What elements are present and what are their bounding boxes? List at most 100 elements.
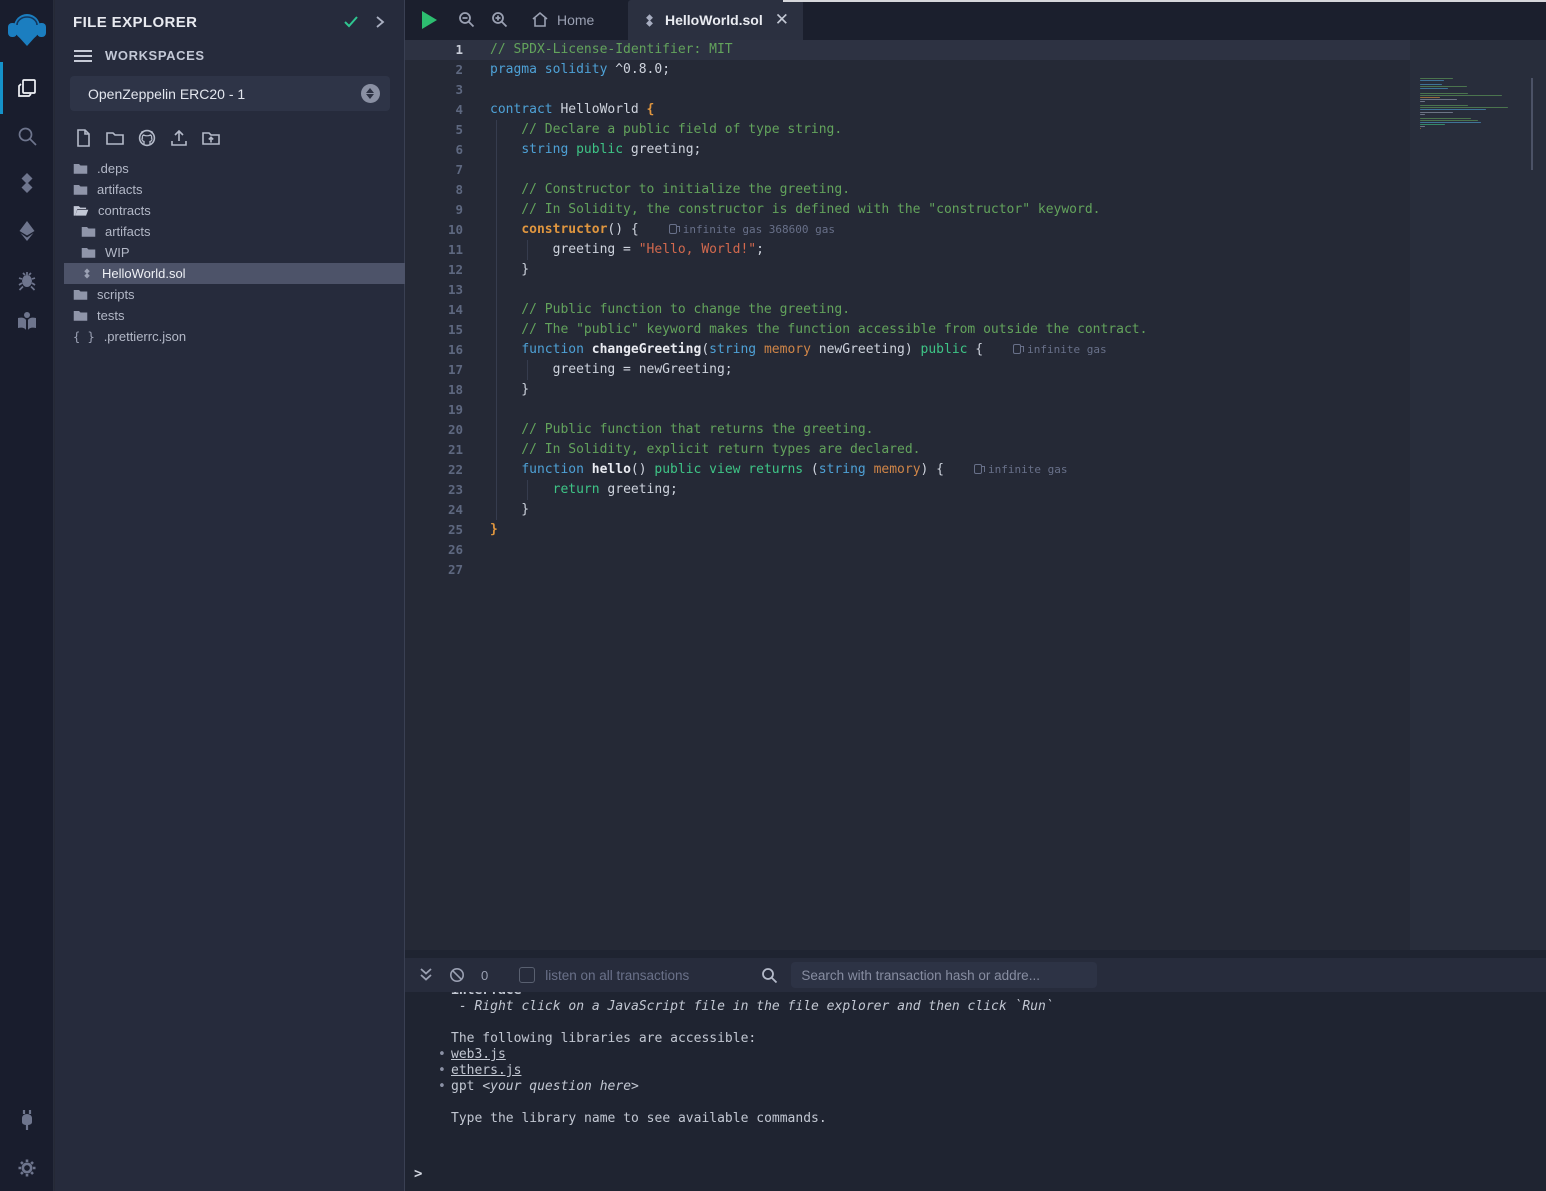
line-number: 8 [405,180,463,200]
tree-item-label: scripts [97,287,135,302]
listen-all-transactions-label: listen on all transactions [545,968,689,983]
rail-item-solidity-compiler[interactable] [0,159,54,207]
icon-rail [0,0,54,1191]
terminal-line: - Right click on a JavaScript file in th… [451,999,1546,1015]
tree-item-tests[interactable]: tests [55,305,405,326]
terminal-line: interface [451,992,1546,999]
rail-item-debugger[interactable] [0,255,54,303]
folder-icon [73,183,88,196]
line-number: 23 [405,480,463,500]
tab-label: HelloWorld.sol [665,12,763,28]
workspaces-label: WORKSPACES [105,48,205,63]
rail-item-deploy-run[interactable] [0,207,54,255]
chevron-right-icon[interactable] [374,15,386,29]
gear-icon [15,1156,39,1180]
bug-icon [15,267,39,291]
terminal-panel: 0 listen on all transactions interface -… [405,950,1546,1191]
line-number: 12 [405,260,463,280]
line-number: 9 [405,200,463,220]
workspace-select[interactable]: OpenZeppelin ERC20 - 1 [70,76,390,111]
zoom-in-button[interactable] [491,11,508,33]
code-line: return greeting; [490,480,1410,500]
line-number: 26 [405,540,463,560]
github-icon[interactable] [137,128,157,148]
zoom-out-button[interactable] [458,11,475,33]
run-script-button[interactable] [419,9,439,36]
tree-item-contracts[interactable]: contracts [55,200,405,221]
line-number: 1 [405,40,463,60]
code-line [490,280,1410,300]
terminal-output[interactable]: interface - Right click on a JavaScript … [405,992,1546,1142]
tabbar-scroll-strip[interactable] [783,0,1546,2]
code-line: // In Solidity, explicit return types ar… [490,440,1410,460]
rail-item-search[interactable] [0,112,54,160]
files-icon [15,76,39,100]
editor-scrollbar[interactable] [1531,78,1533,170]
code-line: // SPDX-License-Identifier: MIT [490,40,1410,60]
line-number: 3 [405,80,463,100]
line-number: 5 [405,120,463,140]
code-line: // Public function to change the greetin… [490,300,1410,320]
terminal-search-icon [761,967,778,984]
expand-terminal-icon[interactable] [418,967,434,983]
library-link[interactable]: ethers.js [451,1063,521,1078]
terminal-line [451,1015,1546,1031]
rail-item-settings[interactable] [0,1144,54,1191]
upload-folder-icon[interactable] [201,128,221,148]
search-icon [15,124,39,148]
gas-estimate-ghost: infinite gas [974,463,1067,476]
transaction-search-input[interactable] [791,962,1097,988]
tree-item--deps[interactable]: .deps [55,158,405,179]
folder-icon [81,246,96,259]
tree-item-scripts[interactable]: scripts [55,284,405,305]
line-number: 2 [405,60,463,80]
tree-item-helloworld-sol[interactable]: HelloWorld.sol [64,263,405,284]
tree-item-artifacts[interactable]: artifacts [55,179,405,200]
new-folder-icon[interactable] [105,128,125,148]
library-link[interactable]: web3.js [451,1047,506,1062]
tree-item-wip[interactable]: WIP [55,242,405,263]
tab-home[interactable]: Home [517,0,608,40]
rail-item-learneth[interactable] [0,297,54,345]
solidity-icon [642,12,657,29]
terminal-line [451,1095,1546,1111]
line-number: 13 [405,280,463,300]
tree-item-label: WIP [105,245,130,260]
rail-item-file-explorer[interactable] [0,64,54,112]
tree-item-artifacts[interactable]: artifacts [55,221,405,242]
clear-console-icon[interactable] [449,967,465,983]
line-number: 6 [405,140,463,160]
code-line: contract HelloWorld { [490,100,1410,120]
minimap[interactable] [1420,78,1532,135]
home-icon [531,11,549,29]
terminal-prompt[interactable]: > [414,1166,422,1182]
close-tab-icon[interactable]: ✕ [775,10,789,30]
gas-pump-icon [669,224,677,234]
tab-helloworld-sol[interactable]: HelloWorld.sol ✕ [628,0,803,40]
tree-item-label: contracts [98,203,151,218]
tree-item--prettierrc-json[interactable]: { }.prettierrc.json [55,326,405,347]
code-line: function hello() public view returns (st… [490,460,1410,480]
line-number: 20 [405,420,463,440]
listen-all-transactions-checkbox[interactable] [519,967,535,983]
code-line: function changeGreeting(string memory ne… [490,340,1410,360]
gas-estimate-ghost: infinite gas [1013,343,1106,356]
line-number: 18 [405,380,463,400]
remix-logo-icon[interactable] [4,6,50,52]
terminal-line: Type the library name to see available c… [451,1111,1546,1127]
line-number: 11 [405,240,463,260]
code-content[interactable]: // SPDX-License-Identifier: MITpragma so… [490,40,1410,580]
code-line: greeting = newGreeting; [490,360,1410,380]
folder-open-icon [73,204,89,217]
tree-item-label: tests [97,308,124,323]
hamburger-menu-icon[interactable] [73,49,93,63]
code-editor[interactable]: 1234567891011121314151617181920212223242… [405,40,1546,950]
code-line: // Public function that returns the gree… [490,420,1410,440]
new-file-icon[interactable] [73,128,93,148]
code-line: string public greeting; [490,140,1410,160]
workspace-select-toggle-icon[interactable] [361,84,380,103]
line-number-gutter: 1234567891011121314151617181920212223242… [405,40,463,580]
rail-item-plugin-manager[interactable] [0,1096,54,1144]
upload-file-icon[interactable] [169,128,189,148]
book-icon [15,309,39,333]
